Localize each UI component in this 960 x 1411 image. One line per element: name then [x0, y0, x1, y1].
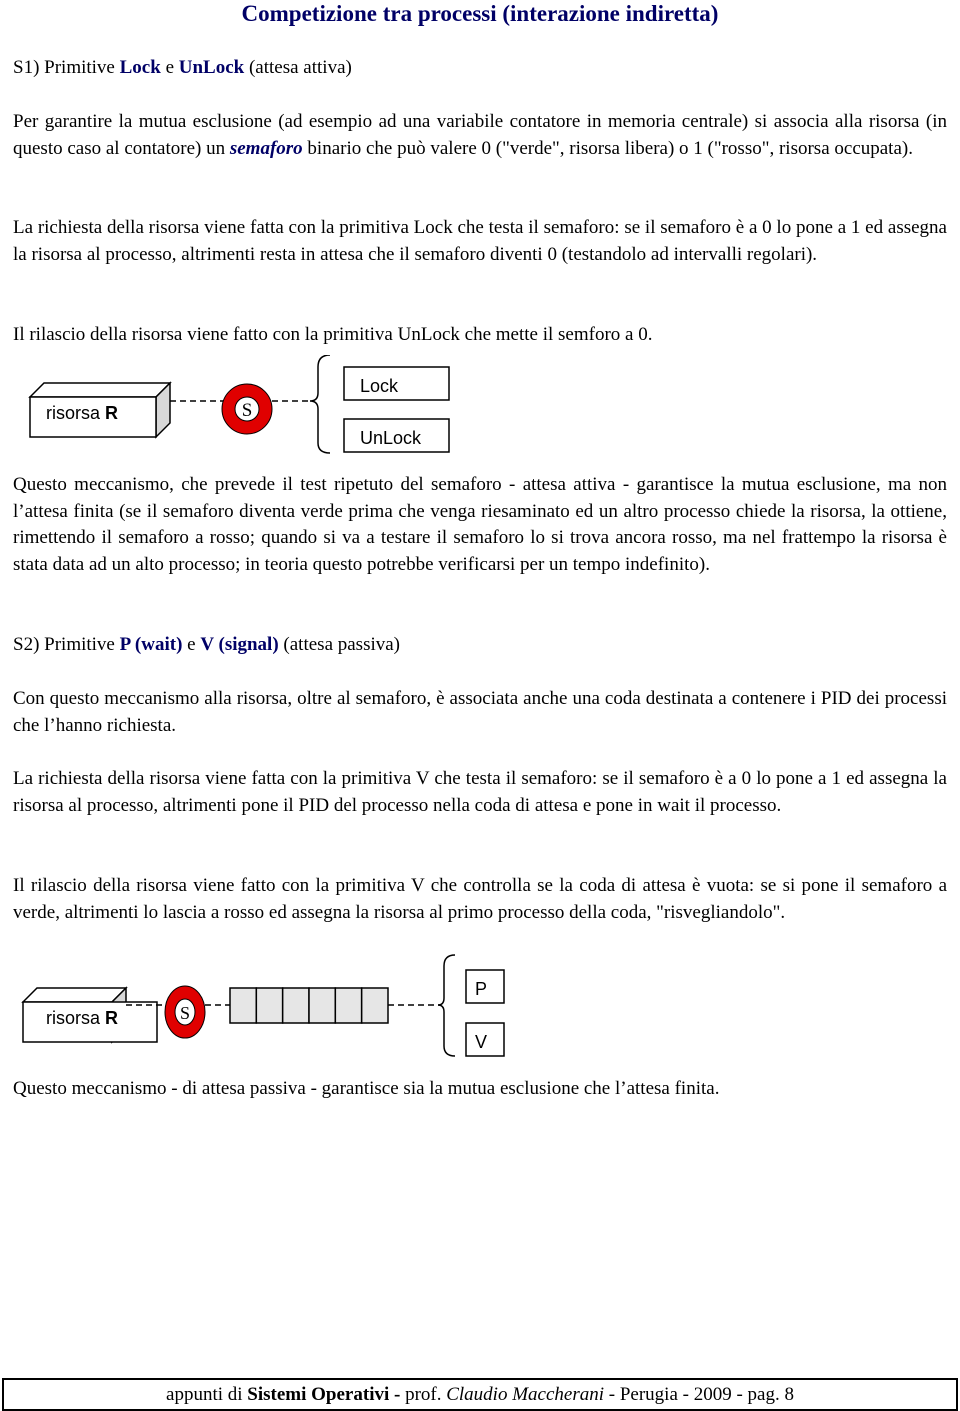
unlock-label: UnLock: [360, 428, 422, 448]
heading-text: S2) Primitive: [13, 634, 120, 655]
paragraph-1: Per garantire la mutua esclusione (ad es…: [13, 109, 947, 162]
p-label: P: [475, 979, 487, 999]
page-footer: appunti di Sistemi Operativi - prof. Cla…: [2, 1378, 958, 1411]
page-title: Competizione tra processi (interazione i…: [241, 1, 719, 26]
footer-course: Sistemi Operativi -: [247, 1384, 401, 1405]
semaphore-label: S: [180, 1003, 190, 1023]
queue-slot: [229, 987, 258, 1024]
wait-queue: [229, 987, 389, 1024]
section-s1-heading: S1) Primitive Lock e UnLock (attesa atti…: [13, 55, 947, 82]
brace: [309, 355, 331, 454]
v-label: V: [475, 1032, 487, 1052]
paragraph-6: La richiesta della risorsa viene fatta c…: [13, 768, 947, 816]
footer-text: prof.: [400, 1384, 447, 1405]
paragraph-4: Questo meccanismo, che prevede il test r…: [13, 474, 947, 575]
text: binario che può valere 0 ("verde", risor…: [302, 137, 913, 159]
heading-text: (attesa passiva): [278, 634, 401, 655]
paragraph-8: Questo meccanismo - di attesa passiva - …: [13, 1078, 720, 1099]
footer-text: appunti di: [166, 1384, 248, 1405]
heading-text: e: [160, 57, 179, 78]
footer-text: - Perugia - 2009 - pag. 8: [604, 1384, 794, 1405]
semaforo-emphasis: semaforo: [229, 137, 303, 159]
heading-text: e: [182, 634, 201, 655]
resource-box: risorsa R: [28, 381, 172, 439]
semaphore-icon: S: [221, 383, 273, 435]
queue-slot: [255, 987, 284, 1024]
semaphore-icon: S: [164, 985, 206, 1039]
p-wait-keyword: P (wait): [119, 634, 183, 655]
heading-text: (attesa attiva): [244, 57, 352, 78]
footer-author: Claudio Maccherani: [446, 1384, 605, 1405]
paragraph-7: Il rilascio della risorsa viene fatto co…: [13, 875, 947, 923]
queue-slot: [360, 987, 389, 1024]
queue-slot: [281, 987, 310, 1024]
paragraph-3: Il rilascio della risorsa viene fatto co…: [13, 324, 653, 345]
queue-slot: [334, 987, 363, 1024]
unlock-keyword: UnLock: [178, 57, 245, 78]
resource-box: risorsa R: [21, 986, 158, 1044]
diagram-p-v: risorsa R S P V: [0, 950, 960, 1070]
queue-slot: [308, 987, 337, 1024]
semaphore-label: S: [242, 400, 253, 421]
lock-label: Lock: [360, 376, 399, 396]
v-signal-keyword: V (signal): [200, 634, 279, 655]
paragraph-2: La richiesta della risorsa viene fatta c…: [13, 217, 947, 265]
resource-label: risorsa R: [46, 1008, 118, 1028]
diagram-lock-unlock: risorsa R S Lock UnLock: [0, 355, 960, 465]
brace: [437, 954, 456, 1057]
heading-text: S1) Primitive: [13, 57, 120, 78]
resource-label: risorsa R: [46, 403, 118, 423]
paragraph-5: Con questo meccanismo alla risorsa, oltr…: [13, 688, 947, 736]
section-s2-heading: S2) Primitive P (wait) e V (signal) (att…: [13, 632, 947, 659]
lock-keyword: Lock: [119, 57, 161, 78]
